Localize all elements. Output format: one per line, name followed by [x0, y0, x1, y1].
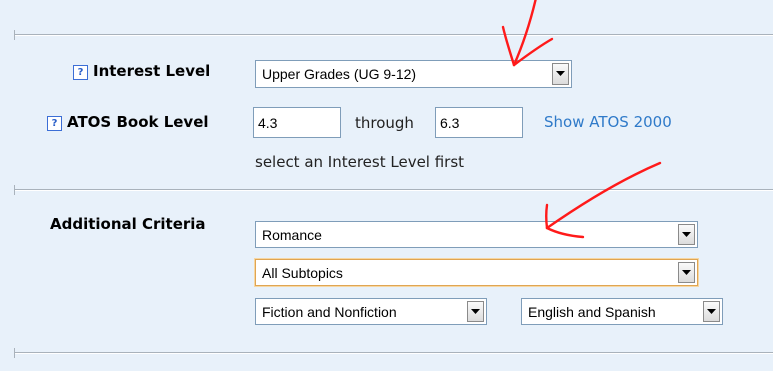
chevron-down-icon[interactable] — [678, 224, 695, 245]
chevron-down-icon[interactable] — [703, 301, 720, 322]
chevron-down-icon[interactable] — [467, 301, 484, 322]
interest-level-select-value: Upper Grades (UG 9-12) — [262, 66, 417, 82]
section-divider-top — [14, 30, 773, 40]
interest-level-select[interactable]: Upper Grades (UG 9-12) — [255, 60, 572, 88]
show-atos-2000-link[interactable]: Show ATOS 2000 — [544, 113, 672, 131]
atos-book-level-label: ? ATOS Book Level — [47, 113, 209, 131]
language-filter-select-value: English and Spanish — [528, 303, 656, 320]
interest-level-hint: select an Interest Level first — [255, 153, 465, 171]
atos-level-to-input[interactable]: 6.3 — [435, 107, 523, 138]
interest-level-label-text: Interest Level — [93, 62, 211, 80]
atos-book-level-label-text: ATOS Book Level — [67, 113, 209, 131]
section-divider-bottom — [14, 348, 773, 358]
annotation-arrow-middle — [545, 161, 662, 230]
atos-level-from-input[interactable]: 4.3 — [253, 107, 341, 138]
subtopic-select[interactable]: All Subtopics — [255, 259, 698, 286]
chevron-down-icon[interactable] — [678, 262, 695, 283]
help-icon[interactable]: ? — [73, 65, 88, 80]
chevron-down-icon[interactable] — [552, 63, 569, 85]
subtopic-select-value: All Subtopics — [262, 264, 343, 281]
language-filter-select[interactable]: English and Spanish — [521, 298, 723, 325]
fiction-filter-select[interactable]: Fiction and Nonfiction — [255, 298, 487, 325]
topic-select[interactable]: Romance — [255, 221, 698, 248]
through-label: through — [355, 114, 414, 132]
interest-level-label: ? Interest Level — [73, 62, 210, 80]
annotation-arrow-top — [512, 0, 537, 67]
topic-select-value: Romance — [262, 226, 322, 243]
additional-criteria-label: Additional Criteria — [50, 215, 206, 233]
help-icon[interactable]: ? — [47, 116, 62, 131]
fiction-filter-select-value: Fiction and Nonfiction — [262, 303, 397, 320]
section-divider-middle — [14, 185, 773, 195]
